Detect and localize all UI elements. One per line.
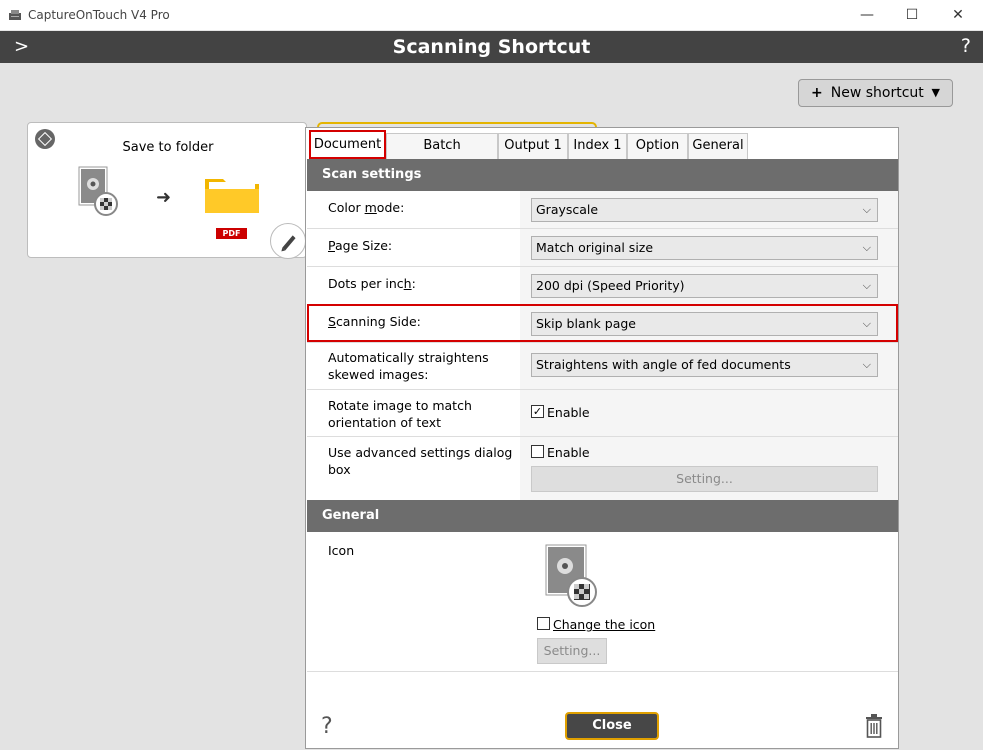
tab-document[interactable]: Document	[309, 130, 386, 159]
rotate-enable-label: Enable	[547, 405, 590, 420]
icon-setting-button[interactable]: Setting...	[537, 638, 607, 664]
folder-icon	[205, 179, 259, 213]
close-button[interactable]: Close	[565, 712, 659, 740]
help-icon[interactable]: ?	[961, 35, 971, 57]
chevron-down-icon: ⌵	[862, 358, 871, 371]
scanning-side-label: Scanning Side:	[328, 314, 421, 329]
icon-row: Icon Change the icon Setting...	[307, 532, 898, 672]
rotate-row: Rotate image to match orientation of text…	[307, 390, 898, 437]
page-size-select[interactable]: Match original size ⌵	[531, 236, 878, 260]
advanced-setting-button[interactable]: Setting...	[531, 466, 878, 492]
settings-tabs: Document Batch separation Output 1 Index…	[306, 128, 898, 177]
chevron-down-icon: ⌵	[862, 317, 871, 330]
arrow-right-icon: ➜	[156, 187, 172, 208]
tab-batch-separation[interactable]: Batch separation	[386, 133, 498, 177]
shortcut-card[interactable]: Save to folder ➜ PDF	[27, 122, 307, 259]
scan-settings-heading: Scan settings	[307, 159, 898, 191]
rotate-label: Rotate image to match orientation of text	[328, 398, 472, 430]
page-title: Scanning Shortcut	[392, 36, 591, 58]
shortcut-title: Save to folder	[122, 140, 214, 155]
rotate-enable-checkbox[interactable]: ✓	[531, 405, 544, 418]
window-titlebar: CaptureOnTouch V4 Pro — ☐ ✕	[0, 0, 983, 31]
tab-general[interactable]: General	[688, 133, 748, 159]
dpi-row: Dots per inch: 200 dpi (Speed Priority) ⌵	[307, 267, 898, 305]
page-size-row: Page Size: Match original size ⌵	[307, 229, 898, 267]
color-mode-label: Color mode:	[328, 200, 405, 215]
advanced-enable-label: Enable	[547, 445, 590, 460]
straighten-select[interactable]: Straightens with angle of fed documents ⌵	[531, 353, 878, 377]
edit-pencil-icon[interactable]	[270, 223, 306, 259]
maximize-button[interactable]: ☐	[900, 3, 924, 27]
advanced-enable-checkbox[interactable]	[531, 445, 544, 458]
advanced-settings-row: Use advanced settings dialog box Enable S…	[307, 437, 898, 500]
color-mode-row: Color mode: Grayscale ⌵	[307, 191, 898, 229]
color-mode-select[interactable]: Grayscale ⌵	[531, 198, 878, 222]
scanning-side-row: Scanning Side: Skip blank page ⌵	[307, 305, 898, 343]
dialog-help-icon[interactable]: ?	[321, 714, 333, 739]
window-close-button[interactable]: ✕	[946, 3, 970, 27]
app-header: > Scanning Shortcut ?	[0, 31, 983, 63]
page-size-label: Page Size:	[328, 238, 393, 253]
new-shortcut-button[interactable]: + New shortcut ▼	[798, 79, 953, 107]
tab-index-1[interactable]: Index 1	[568, 133, 627, 159]
straighten-row: Automatically straightens skewed images: …	[307, 343, 898, 390]
advanced-settings-label: Use advanced settings dialog box	[328, 445, 513, 477]
icon-label: Icon	[328, 543, 355, 558]
scanner-app-icon	[9, 10, 21, 20]
dropdown-caret-icon: ▼	[931, 86, 940, 99]
tab-option[interactable]: Option	[627, 133, 688, 159]
pdf-badge: PDF	[216, 228, 247, 239]
dpi-label: Dots per inch:	[328, 276, 416, 291]
window-title: CaptureOnTouch V4 Pro	[28, 8, 170, 22]
settings-dialog: Document Batch separation Output 1 Index…	[305, 127, 899, 749]
new-shortcut-label: New shortcut	[830, 85, 924, 101]
general-heading: General	[307, 500, 898, 532]
change-icon-checkbox[interactable]	[537, 617, 550, 630]
straighten-label: Automatically straightens skewed images:	[328, 350, 489, 382]
scanning-side-select[interactable]: Skip blank page ⌵	[531, 312, 878, 336]
minimize-button[interactable]: —	[855, 3, 879, 27]
shortcut-icon-preview	[545, 544, 597, 607]
tab-output-1[interactable]: Output 1	[498, 133, 568, 159]
dpi-select[interactable]: 200 dpi (Speed Priority) ⌵	[531, 274, 878, 298]
trash-icon[interactable]	[865, 714, 883, 738]
plus-icon: +	[811, 85, 823, 101]
chevron-down-icon: ⌵	[862, 279, 871, 292]
grayscale-document-icon	[78, 166, 118, 216]
chevron-down-icon: ⌵	[862, 203, 871, 216]
change-icon-label: Change the icon	[553, 617, 656, 632]
chevron-down-icon: ⌵	[862, 241, 871, 254]
